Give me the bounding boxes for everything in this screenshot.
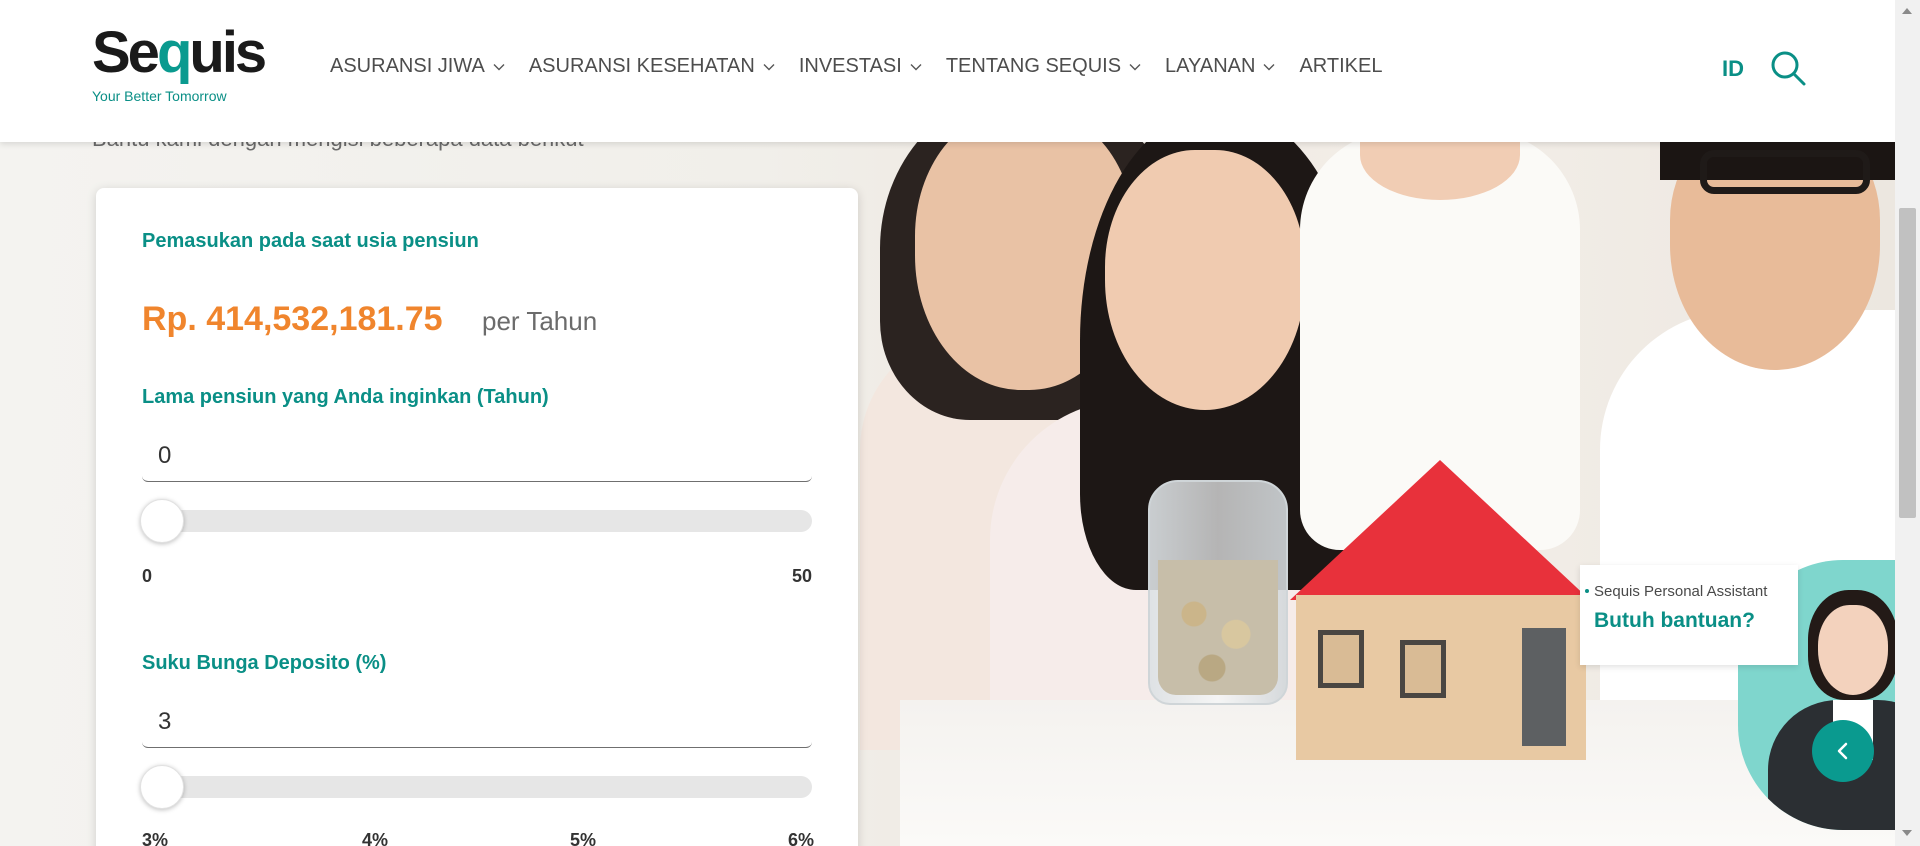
- assistant-toggle-button[interactable]: [1812, 720, 1874, 782]
- chevron-left-icon: [1837, 742, 1848, 760]
- nav-label: LAYANAN: [1165, 55, 1256, 77]
- photo-house-window: [1318, 630, 1364, 688]
- nav-label: ARTIKEL: [1299, 55, 1383, 77]
- chevron-down-icon: [763, 63, 775, 70]
- nav-layanan[interactable]: LAYANAN: [1165, 55, 1275, 78]
- income-amount: Rp. 414,532,181.75: [142, 300, 443, 338]
- interest-tick: 5%: [570, 830, 597, 846]
- nav-tentang-sequis[interactable]: TENTANG SEQUIS: [946, 55, 1141, 78]
- logo-text: uis: [189, 20, 267, 85]
- duration-label: Lama pensiun yang Anda inginkan (Tahun): [142, 386, 549, 408]
- logo-text: Se: [92, 20, 160, 85]
- duration-slider-track[interactable]: [142, 510, 812, 532]
- nav-artikel[interactable]: ARTIKEL: [1299, 55, 1382, 78]
- assistant-bubble[interactable]: Sequis Personal Assistant Butuh bantuan?: [1580, 565, 1798, 665]
- nav-investasi[interactable]: INVESTASI: [799, 55, 922, 78]
- interest-tick: 4%: [362, 830, 389, 846]
- duration-slider-thumb[interactable]: [140, 499, 184, 543]
- chevron-down-icon: [493, 63, 505, 70]
- nav-asuransi-jiwa[interactable]: ASURANSI JIWA: [330, 55, 505, 78]
- main-nav: ASURANSI JIWA ASURANSI KESEHATAN INVESTA…: [330, 55, 1406, 78]
- site-header: Sequis Your Better Tomorrow ASURANSI JIW…: [0, 0, 1895, 142]
- nav-label: TENTANG SEQUIS: [945, 55, 1122, 77]
- interest-label: Suku Bunga Deposito (%): [142, 652, 387, 674]
- retirement-calculator-card: Pemasukan pada saat usia pensiun Rp. 414…: [96, 188, 858, 846]
- logo-tagline: Your Better Tomorrow: [92, 88, 227, 104]
- nav-label: ASURANSI KESEHATAN: [528, 55, 755, 77]
- duration-slider-max: 50: [792, 566, 813, 586]
- photo-house-roof: [1290, 460, 1590, 600]
- chevron-down-icon: [910, 63, 922, 70]
- page-scrollbar[interactable]: [1895, 0, 1920, 846]
- photo-house-window: [1400, 640, 1446, 698]
- photo-house-door: [1522, 628, 1566, 746]
- interest-input[interactable]: 3: [142, 698, 812, 748]
- interest-tick: 6%: [788, 830, 815, 846]
- sequis-logo[interactable]: Sequis Your Better Tomorrow: [92, 20, 267, 105]
- duration-input[interactable]: 0: [142, 432, 812, 482]
- logo-text-accent: q: [156, 20, 192, 85]
- language-switch[interactable]: ID: [1722, 56, 1744, 82]
- bullet-dot: [1585, 589, 1589, 593]
- chevron-down-icon: [1263, 63, 1275, 70]
- scroll-up-arrow-icon[interactable]: [1902, 8, 1912, 14]
- nav-label: ASURANSI JIWA: [330, 55, 485, 77]
- photo-mother-face: [1105, 150, 1305, 410]
- nav-label: INVESTASI: [798, 55, 902, 77]
- interest-slider-track[interactable]: [142, 776, 812, 798]
- interest-slider-thumb[interactable]: [140, 765, 184, 809]
- chevron-down-icon: [1129, 63, 1141, 70]
- income-label: Pemasukan pada saat usia pensiun: [142, 230, 479, 252]
- duration-slider-min: 0: [142, 566, 153, 586]
- search-icon[interactable]: [1768, 48, 1808, 88]
- income-period: per Tahun: [482, 306, 598, 336]
- assistant-title: Butuh bantuan?: [1594, 609, 1755, 632]
- assistant-subtitle: Sequis Personal Assistant: [1594, 583, 1768, 600]
- agent-face: [1818, 605, 1888, 695]
- scrollbar-thumb[interactable]: [1899, 208, 1916, 518]
- photo-coins: [1158, 560, 1278, 695]
- photo-father-glasses: [1700, 150, 1870, 194]
- scroll-down-arrow-icon[interactable]: [1902, 830, 1912, 836]
- nav-asuransi-kesehatan[interactable]: ASURANSI KESEHATAN: [529, 55, 775, 78]
- interest-tick: 3%: [142, 830, 169, 846]
